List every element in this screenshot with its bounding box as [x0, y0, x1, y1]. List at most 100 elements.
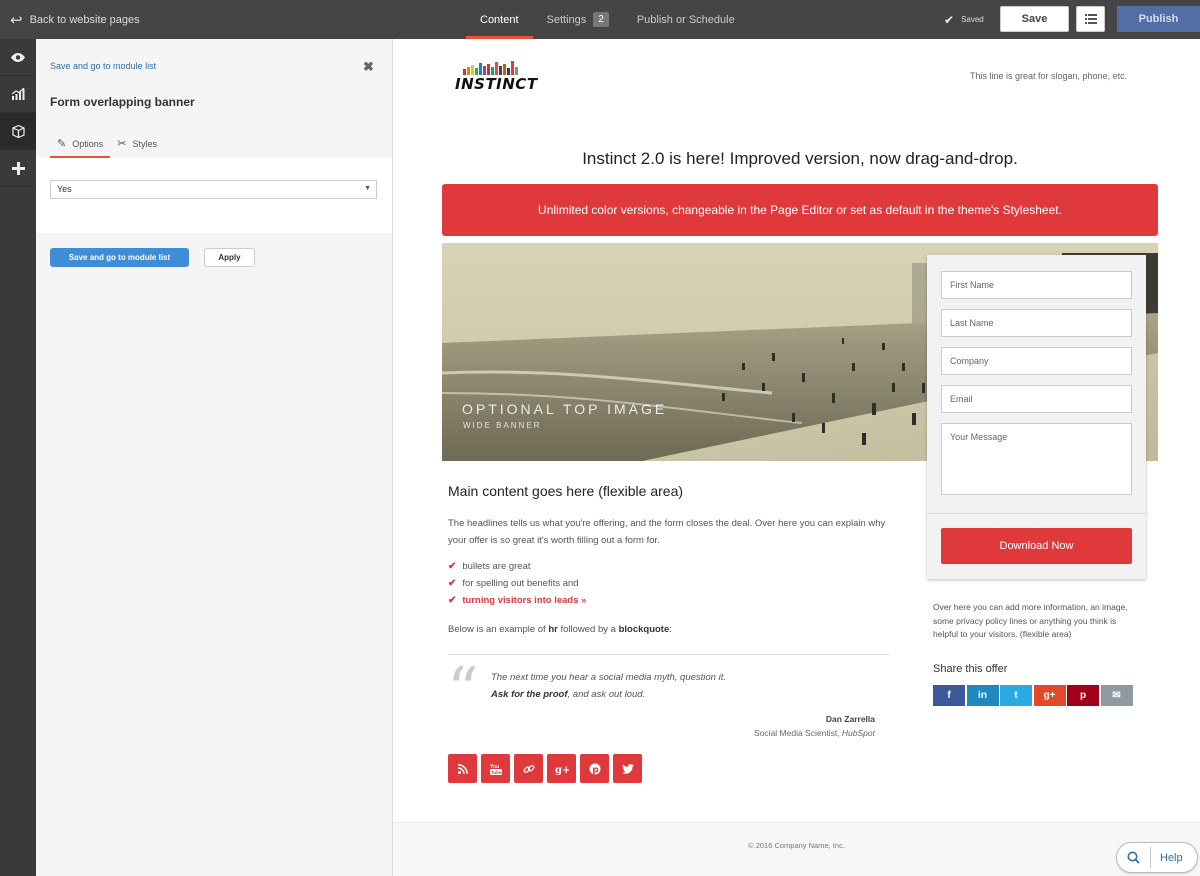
- analytics-icon: [11, 88, 24, 100]
- link-icon: [522, 764, 535, 773]
- email-icon: ✉: [1112, 690, 1121, 701]
- close-icon[interactable]: ✖: [363, 59, 374, 75]
- tab-options[interactable]: ✎ Options: [50, 129, 111, 158]
- apply-button[interactable]: Apply: [204, 248, 255, 267]
- quote-line-1: The next time you hear a social media my…: [491, 672, 726, 683]
- rail-preview-button[interactable]: [0, 39, 36, 76]
- message-field[interactable]: Your Message: [941, 423, 1132, 495]
- horizontal-rule: [448, 654, 889, 655]
- youtube-icon: YouTube: [489, 764, 502, 775]
- share-twitter-button[interactable]: t: [1000, 685, 1032, 706]
- share-pinterest-button[interactable]: p: [1067, 685, 1099, 706]
- tab-settings[interactable]: Settings 2: [533, 0, 623, 39]
- editor-tabs: Content Settings 2 Publish or Schedule: [466, 0, 749, 39]
- first-name-field[interactable]: First Name: [941, 271, 1132, 299]
- publish-button[interactable]: Publish: [1117, 6, 1200, 32]
- google-plus-icon: g+: [555, 765, 569, 775]
- list-icon: [1084, 14, 1097, 24]
- twitter-button[interactable]: [613, 754, 642, 783]
- tab-content[interactable]: Content: [466, 0, 533, 39]
- example-text: Below is an example of hr followed by a …: [448, 624, 672, 635]
- settings-badge: 2: [593, 12, 609, 27]
- tab-options-label: Options: [72, 138, 104, 149]
- caret-down-icon: ▼: [364, 185, 371, 192]
- list-menu-button[interactable]: [1076, 6, 1105, 32]
- help-button[interactable]: Help: [1116, 842, 1198, 873]
- link-button[interactable]: [514, 754, 543, 783]
- option-select[interactable]: Yes ▼: [50, 180, 377, 199]
- tab-publish-label: Publish or Schedule: [636, 13, 735, 26]
- check-icon: ✔: [448, 561, 457, 572]
- rail-modules-button[interactable]: [0, 113, 36, 150]
- slogan: This line is great for slogan, phone, et…: [970, 71, 1128, 81]
- example-hr: hr: [548, 624, 558, 635]
- company-field[interactable]: Company: [941, 347, 1132, 375]
- quote-line-2: Ask for the proof, and ask out loud.: [491, 689, 645, 700]
- panel-tabs: ✎ Options ✂ Styles: [50, 129, 164, 158]
- download-now-button[interactable]: Download Now: [941, 528, 1132, 564]
- quote-author: Dan Zarrella: [825, 714, 875, 724]
- svg-text:Tube: Tube: [491, 770, 502, 775]
- rail-add-button[interactable]: [0, 150, 36, 187]
- form-divider: [927, 513, 1146, 514]
- side-info-text: Over here you can add more information, …: [933, 602, 1128, 639]
- panel-title: Form overlapping banner: [50, 95, 195, 109]
- list-item: ✔ bullets are great: [448, 558, 586, 575]
- last-name-field[interactable]: Last Name: [941, 309, 1132, 337]
- page-preview: INSTINCT This line is great for slogan, …: [393, 39, 1200, 876]
- youtube-button[interactable]: You Tube: [481, 754, 510, 783]
- svg-text:p: p: [592, 765, 599, 775]
- page-footer: © 2016 Company Name, Inc.: [393, 822, 1200, 876]
- footer-copyright: © 2016 Company Name, Inc.: [748, 841, 845, 850]
- pinterest-button[interactable]: p: [580, 754, 609, 783]
- save-button[interactable]: Save: [1000, 6, 1069, 32]
- example-mid: followed by a: [557, 624, 619, 635]
- share-facebook-button[interactable]: f: [933, 685, 965, 706]
- logo[interactable]: INSTINCT: [455, 59, 537, 95]
- example-pre: Below is an example of: [448, 624, 549, 635]
- quote-rest: , and ask out loud.: [567, 689, 646, 700]
- help-label: Help: [1160, 851, 1183, 864]
- twitter-icon: t: [1014, 690, 1018, 701]
- pinterest-icon: p: [589, 763, 600, 775]
- back-arrow-icon: ↩: [10, 11, 23, 29]
- benefit-list: ✔ bullets are great ✔ for spelling out ben…: [448, 558, 586, 609]
- rss-button[interactable]: [448, 754, 477, 783]
- tab-styles[interactable]: ✂ Styles: [110, 129, 164, 158]
- linkedin-icon: in: [978, 690, 987, 701]
- tab-styles-label: Styles: [132, 138, 157, 149]
- eye-icon: [11, 52, 25, 62]
- example-blockquote: blockquote: [618, 624, 670, 635]
- social-icons-row: You Tube g+ p: [448, 754, 646, 783]
- tab-publish-or-schedule[interactable]: Publish or Schedule: [623, 0, 749, 39]
- share-linkedin-button[interactable]: in: [966, 685, 999, 706]
- bullet-text: for spelling out benefits and: [462, 578, 579, 589]
- example-post: :: [669, 624, 672, 635]
- back-to-website-pages-link[interactable]: ↩ Back to website pages: [10, 0, 140, 39]
- bullet-link[interactable]: turning visitors into leads »: [462, 595, 586, 606]
- share-email-button[interactable]: ✉: [1100, 685, 1133, 706]
- option-select-value: Yes: [57, 184, 72, 194]
- back-label: Back to website pages: [29, 13, 140, 26]
- module-options-panel: Save and go to module list ✖ Form overla…: [36, 39, 393, 876]
- top-bar: ↩ Back to website pages Content Settings…: [0, 0, 1200, 39]
- tab-content-label: Content: [480, 13, 519, 26]
- check-icon: ✔: [448, 595, 457, 606]
- share-google-plus-button[interactable]: g+: [1033, 685, 1066, 706]
- lead-form: First Name Last Name Company Email Your …: [927, 255, 1146, 579]
- module-box-icon: [11, 124, 25, 138]
- share-buttons: f in t g+ p ✉: [933, 685, 1134, 706]
- page-headline: Instinct 2.0 is here! Improved version, …: [582, 149, 1018, 168]
- bullet-text: bullets are great: [462, 561, 531, 572]
- google-plus-button[interactable]: g+: [547, 754, 576, 783]
- quote-role: Social Media Scientist, HubSpot: [677, 728, 875, 738]
- email-field[interactable]: Email: [941, 385, 1132, 413]
- twitter-icon: [621, 763, 634, 774]
- main-heading: Main content goes here (flexible area): [448, 483, 684, 499]
- check-icon: ✔: [448, 578, 457, 589]
- quote-role-company: HubSpot: [841, 728, 875, 738]
- save-and-go-button[interactable]: Save and go to module list: [50, 248, 189, 267]
- rail-analytics-button[interactable]: [0, 76, 36, 113]
- facebook-icon: f: [947, 690, 951, 701]
- save-and-go-to-module-list-link[interactable]: Save and go to module list: [50, 61, 156, 71]
